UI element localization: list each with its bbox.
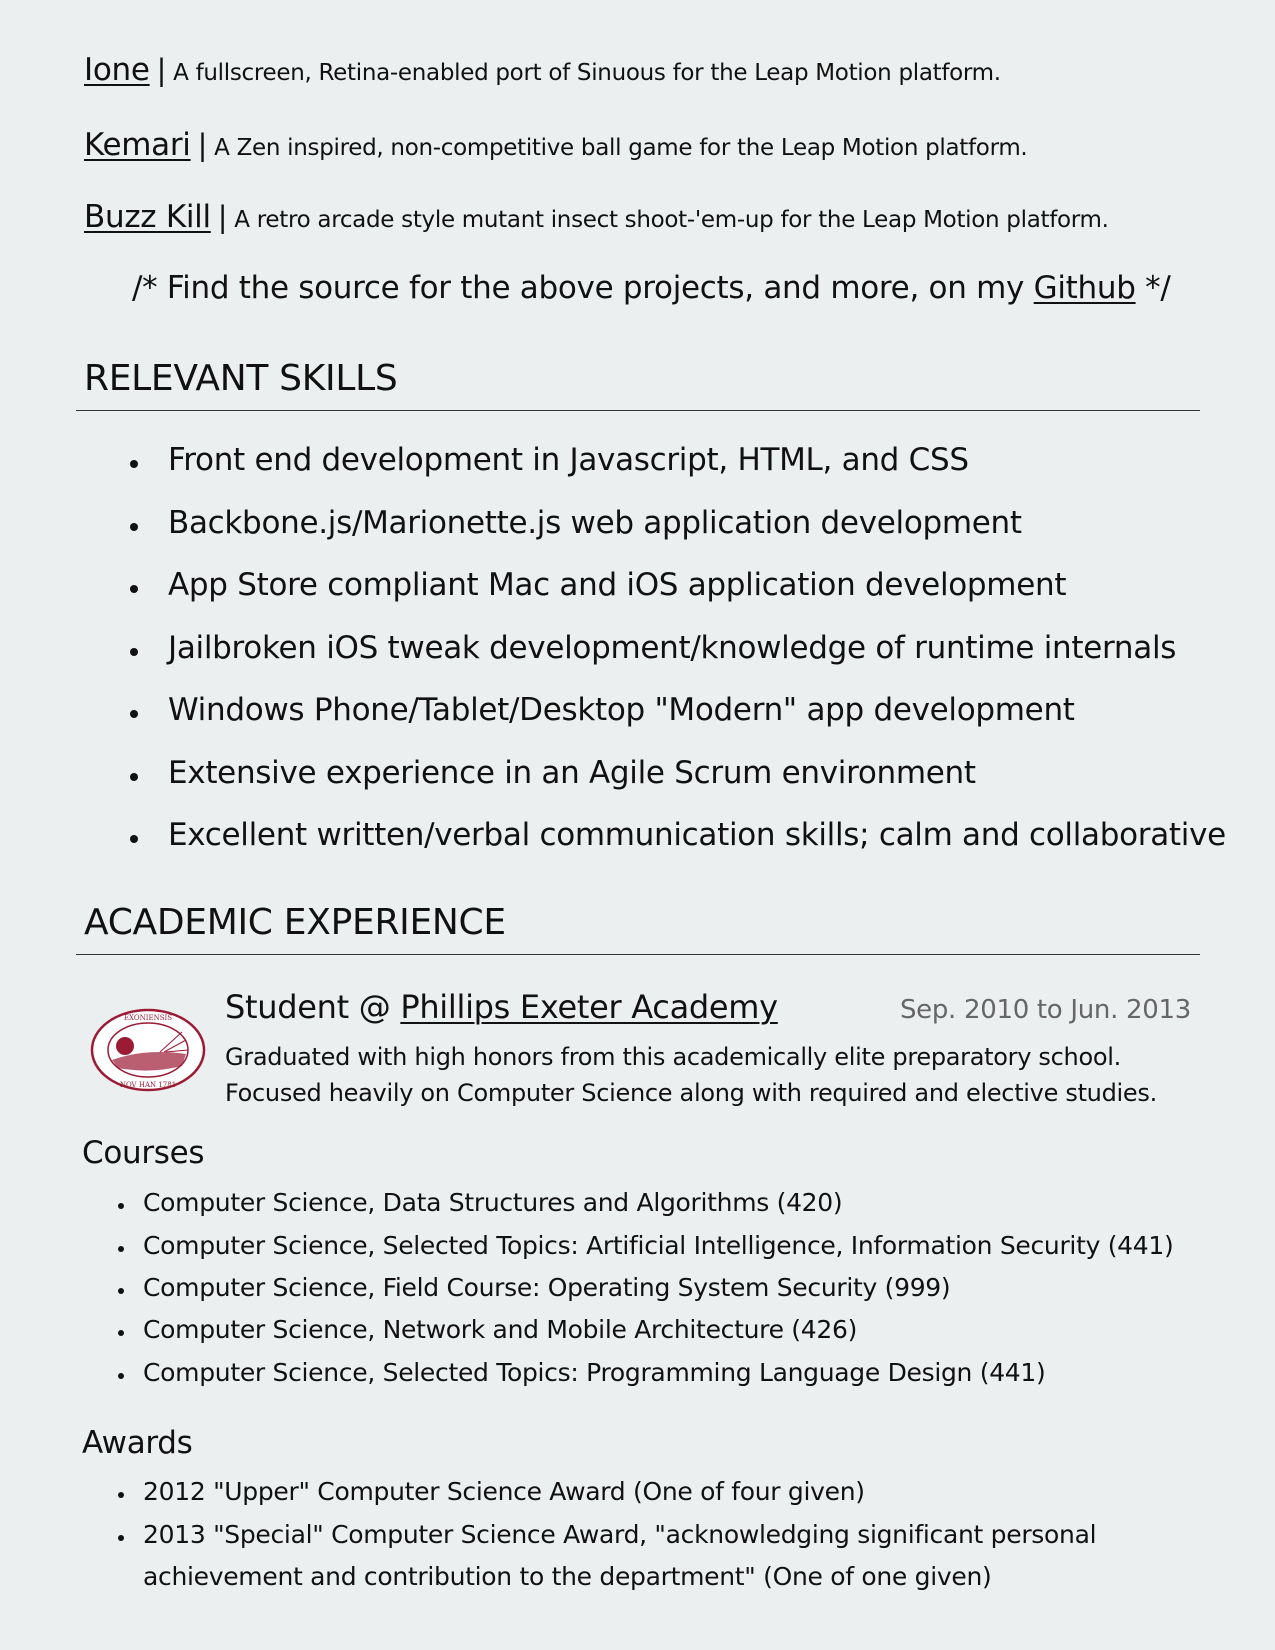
- project-kemari: Kemari | A Zen inspired, non-competitive…: [84, 127, 1028, 163]
- project-desc: A retro arcade style mutant insect shoot…: [234, 207, 1109, 233]
- courses-heading: Courses: [82, 1135, 205, 1171]
- course-text: Computer Science, Selected Topics: Progr…: [143, 1358, 1046, 1387]
- project-desc: A Zen inspired, non-competitive ball gam…: [214, 135, 1028, 161]
- separator: |: [197, 128, 208, 162]
- role: Student @: [225, 988, 391, 1026]
- project-buzz-kill: Buzz Kill | A retro arcade style mutant …: [84, 199, 1109, 235]
- svg-text:EXONIENSIS: EXONIENSIS: [124, 1014, 172, 1022]
- project-link-buzz-kill[interactable]: Buzz Kill: [84, 199, 211, 235]
- award-item: 2012 "Upper" Computer Science Award (One…: [118, 1477, 865, 1506]
- academic-heading: ACADEMIC EXPERIENCE: [84, 902, 506, 943]
- skill-text: Windows Phone/Tablet/Desktop "Modern" ap…: [168, 692, 1075, 728]
- course-text: Computer Science, Data Structures and Al…: [143, 1188, 843, 1217]
- skill-item: App Store compliant Mac and iOS applicat…: [130, 567, 1066, 603]
- course-item: Computer Science, Field Course: Operatin…: [118, 1273, 951, 1302]
- award-text: 2012 "Upper" Computer Science Award (One…: [143, 1477, 865, 1506]
- skill-item: Front end development in Javascript, HTM…: [130, 442, 969, 478]
- school-seal-logo: EXONIENSIS NOV HAN 1781: [90, 1008, 206, 1092]
- position-title: Student @ Phillips Exeter Academy: [225, 988, 778, 1026]
- school-link[interactable]: Phillips Exeter Academy: [400, 988, 778, 1026]
- note-text: /* Find the source for the above project…: [132, 270, 1025, 306]
- separator: |: [217, 200, 228, 234]
- skill-item: Extensive experience in an Agile Scrum e…: [130, 755, 976, 791]
- date-range: Sep. 2010 to Jun. 2013: [899, 995, 1191, 1025]
- skill-text: Front end development in Javascript, HTM…: [168, 442, 969, 478]
- skill-text: Jailbroken iOS tweak development/knowled…: [168, 630, 1177, 666]
- course-text: Computer Science, Network and Mobile Arc…: [143, 1315, 858, 1344]
- award-text: 2013 "Special" Computer Science Award, "…: [143, 1520, 1097, 1549]
- skill-text: App Store compliant Mac and iOS applicat…: [168, 567, 1067, 603]
- description-line: Focused heavily on Computer Science alon…: [225, 1079, 1157, 1107]
- course-text: Computer Science, Field Course: Operatin…: [143, 1273, 951, 1302]
- divider: [76, 410, 1200, 411]
- award-continuation: achievement and contribution to the depa…: [143, 1562, 992, 1591]
- project-ione: Ione | A fullscreen, Retina-enabled port…: [84, 52, 1001, 88]
- github-link[interactable]: Github: [1034, 270, 1136, 306]
- course-item: Computer Science, Data Structures and Al…: [118, 1188, 843, 1217]
- awards-heading: Awards: [82, 1425, 193, 1461]
- course-text: Computer Science, Selected Topics: Artif…: [143, 1231, 1174, 1260]
- course-item: Computer Science, Network and Mobile Arc…: [118, 1315, 857, 1344]
- skill-item: Excellent written/verbal communication s…: [130, 817, 1226, 853]
- project-link-ione[interactable]: Ione: [84, 52, 150, 88]
- skill-text: Backbone.js/Marionette.js web applicatio…: [168, 505, 1022, 541]
- award-item: 2013 "Special" Computer Science Award, "…: [118, 1520, 1097, 1549]
- source-note: /* Find the source for the above project…: [132, 270, 1171, 306]
- description-line: Graduated with high honors from this aca…: [225, 1043, 1121, 1071]
- skills-heading: RELEVANT SKILLS: [84, 358, 398, 399]
- project-desc: A fullscreen, Retina-enabled port of Sin…: [173, 60, 1001, 86]
- skill-item: Jailbroken iOS tweak development/knowled…: [130, 630, 1176, 666]
- note-end: */: [1145, 270, 1171, 306]
- separator: |: [156, 53, 167, 87]
- svg-text:NOV HAN 1781: NOV HAN 1781: [120, 1081, 176, 1089]
- skill-item: Backbone.js/Marionette.js web applicatio…: [130, 505, 1022, 541]
- skill-text: Extensive experience in an Agile Scrum e…: [168, 755, 976, 791]
- skill-text: Excellent written/verbal communication s…: [168, 817, 1226, 853]
- skill-item: Windows Phone/Tablet/Desktop "Modern" ap…: [130, 692, 1075, 728]
- course-item: Computer Science, Selected Topics: Artif…: [118, 1231, 1174, 1260]
- divider: [76, 954, 1200, 955]
- course-item: Computer Science, Selected Topics: Progr…: [118, 1358, 1046, 1387]
- project-link-kemari[interactable]: Kemari: [84, 127, 191, 163]
